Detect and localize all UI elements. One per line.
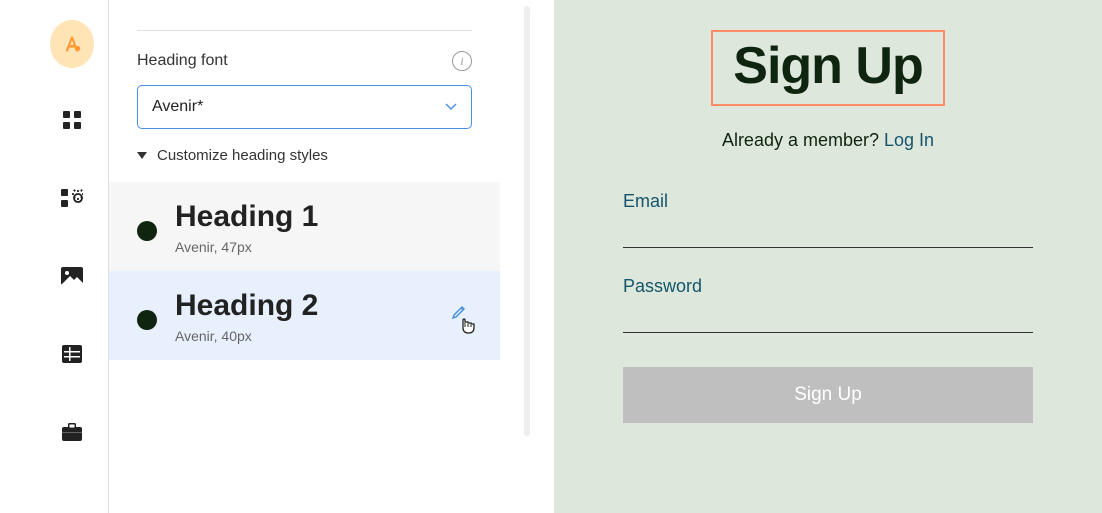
heading-font-label: Heading font — [137, 52, 228, 70]
customize-heading-toggle[interactable]: Customize heading styles — [109, 147, 500, 182]
heading-1-item[interactable]: Heading 1 Avenir, 47px — [109, 182, 500, 271]
fonts-icon — [50, 20, 94, 68]
heading-sub: Avenir, 40px — [175, 328, 472, 344]
heading-title: Heading 1 — [175, 200, 472, 233]
customize-label: Customize heading styles — [157, 147, 328, 164]
table-icon — [62, 345, 82, 368]
rail-fonts-button[interactable] — [50, 22, 94, 66]
color-dot — [137, 221, 157, 241]
heading-sub: Avenir, 47px — [175, 239, 472, 255]
pointer-cursor-icon — [463, 319, 474, 333]
settings-icon — [61, 188, 83, 213]
heading-2-item[interactable]: Heading 2 Avenir, 40px — [109, 271, 500, 360]
preview-pane: Sign Up Already a member? Log In Email P… — [554, 0, 1102, 513]
login-link[interactable]: Log In — [884, 130, 934, 150]
email-field-group: Email — [623, 191, 1033, 248]
divider — [137, 30, 472, 31]
caret-down-icon — [137, 152, 147, 159]
email-label: Email — [623, 191, 1033, 212]
rail-table-button[interactable] — [50, 334, 94, 378]
rail-briefcase-button[interactable] — [50, 412, 94, 456]
color-dot — [137, 310, 157, 330]
edit-cursor — [448, 303, 476, 342]
image-icon — [61, 267, 83, 290]
signup-button[interactable]: Sign Up — [623, 367, 1033, 423]
signup-title: Sign Up — [733, 36, 922, 96]
member-text-label: Already a member? — [722, 130, 884, 150]
chevron-down-icon — [445, 98, 457, 116]
password-input[interactable] — [623, 305, 1033, 333]
email-input[interactable] — [623, 220, 1033, 248]
password-label: Password — [623, 276, 1033, 297]
heading-title: Heading 2 — [175, 289, 472, 322]
pencil-icon — [453, 307, 464, 318]
font-select[interactable]: Avenir* — [137, 85, 472, 129]
rail-settings-button[interactable] — [50, 178, 94, 222]
briefcase-icon — [62, 423, 82, 446]
member-text: Already a member? Log In — [722, 130, 934, 151]
password-field-group: Password — [623, 276, 1033, 333]
resize-divider[interactable] — [524, 6, 530, 436]
font-select-value: Avenir* — [152, 98, 203, 116]
left-rail — [36, 0, 108, 513]
rail-image-button[interactable] — [50, 256, 94, 300]
typography-panel: Heading font i Avenir* Customize heading… — [108, 0, 500, 513]
signup-title-highlight[interactable]: Sign Up — [711, 30, 944, 106]
panel-header: Heading font i — [109, 51, 500, 85]
rail-grid-button[interactable] — [50, 100, 94, 144]
info-icon[interactable]: i — [452, 51, 472, 71]
grid-icon — [62, 110, 82, 135]
